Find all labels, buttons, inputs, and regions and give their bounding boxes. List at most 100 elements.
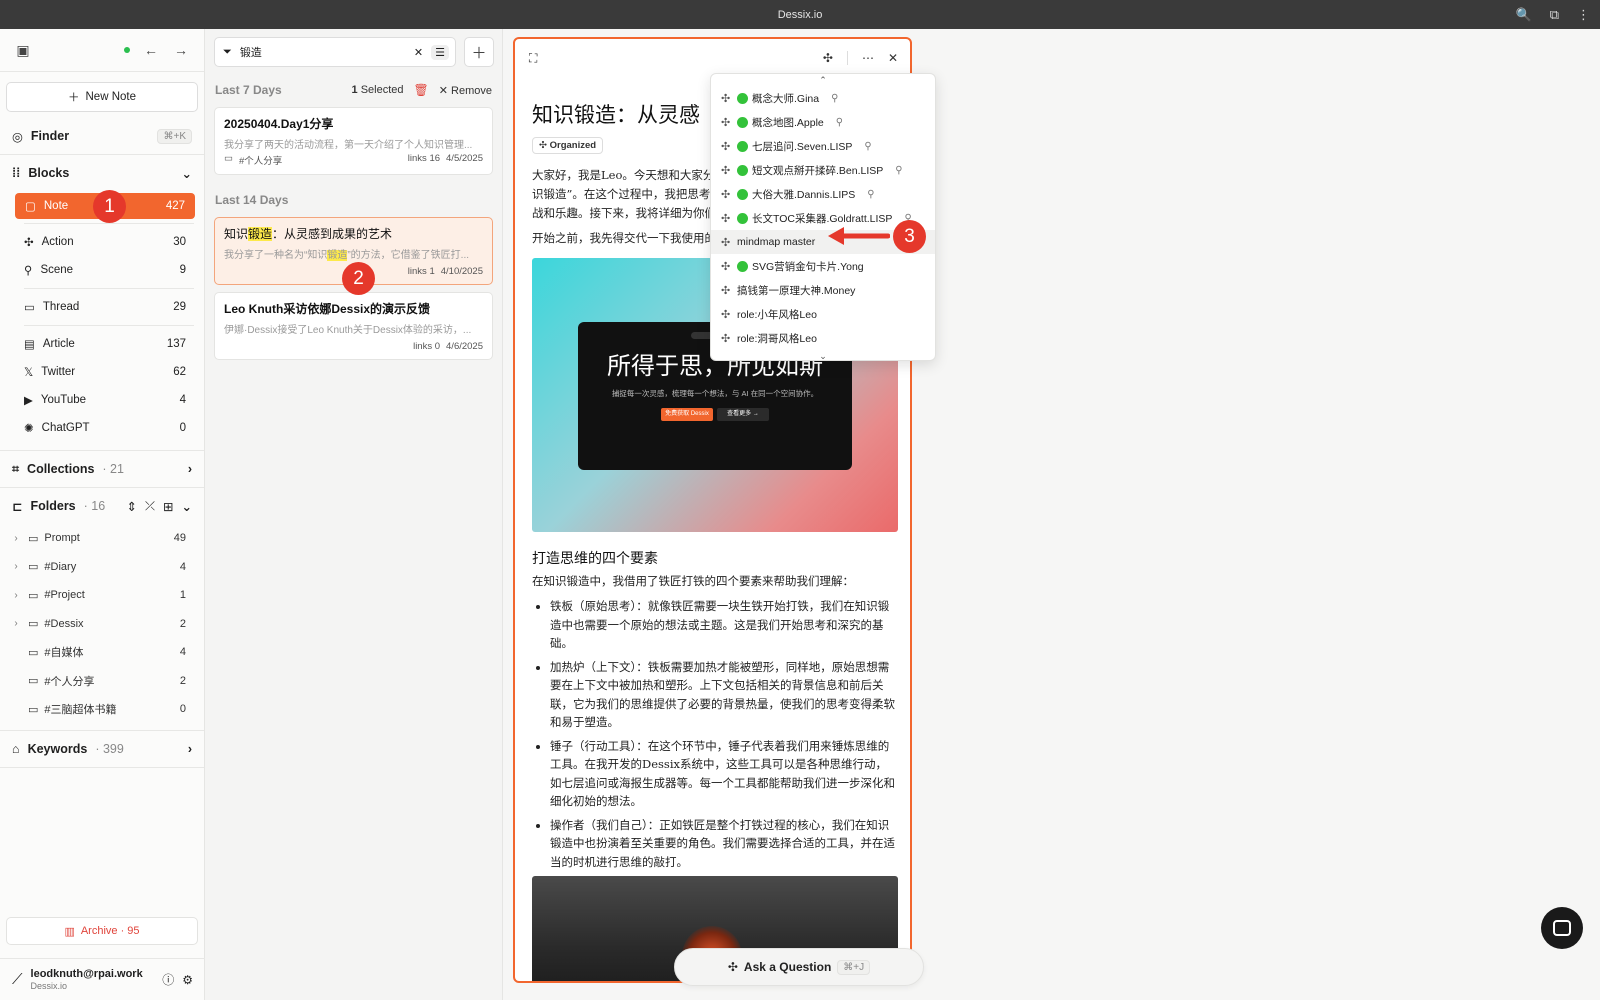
action-menu-item[interactable]: ✣ 搞钱第一原理大神.Money [711, 278, 935, 302]
action-menu-item[interactable]: ✣ 大俗大雅.Dannis.LIPS ⚲ [711, 182, 935, 206]
pin-icon[interactable]: ⚲ [836, 117, 843, 128]
folder-item-prompt[interactable]: › ▭ Prompt 49 [0, 524, 204, 553]
new-note-button[interactable]: ＋ New Note [6, 82, 198, 112]
folders-count: · 16 [83, 499, 106, 513]
ask-label: Ask a Question [743, 960, 832, 974]
folders-header[interactable]: ⊏ Folders · 16 ⇕ ⤫ ⊞ ⌄ [0, 488, 204, 524]
action-menu-item[interactable]: ✣ role:洞哥风格Leo [711, 326, 935, 350]
keywords-header[interactable]: ⌂ Keywords · 399 › [0, 731, 204, 767]
archive-button[interactable]: ▥ Archive · 95 [6, 917, 198, 945]
ai-sparkle-icon[interactable]: ✣ [823, 51, 833, 65]
folder-item-personal-share[interactable]: ▭ #个人分享 2 [0, 667, 204, 696]
chevron-down-icon[interactable]: ⌄ [182, 499, 192, 514]
pin-icon[interactable]: ⚲ [864, 141, 871, 152]
settings-gear-icon[interactable]: ⚙ [182, 973, 193, 987]
note-card[interactable]: Leo Knuth采访依娜Dessix的演示反馈 伊娜·Dessix接受了Leo… [214, 292, 493, 360]
folder-item-diary[interactable]: › ▭ #Diary 4 [0, 553, 204, 582]
chevron-up-icon[interactable]: ⌃ [711, 74, 935, 86]
add-note-button[interactable]: ＋ [464, 37, 494, 67]
green-circle-icon [737, 116, 748, 128]
zoom-icon[interactable]: 🔍 [1516, 7, 1532, 23]
sidebar-item-youtube[interactable]: ▶ YouTube 4 [0, 386, 204, 414]
pin-icon[interactable]: ⚲ [895, 165, 902, 176]
blocks-header[interactable]: ⁞⁞ Blocks ⌄ [0, 155, 204, 191]
list-item[interactable]: 锤子（行动工具）：在这个环节中，锤子代表着我们用来锤炼思维的工具。在我开发的De… [550, 737, 895, 811]
sidebar-item-label: Thread [42, 301, 80, 313]
ask-question-button[interactable]: ✣ Ask a Question ⌘+J [674, 948, 924, 986]
trash-icon[interactable]: 🗑 [414, 83, 429, 97]
extensions-icon[interactable]: ⧉ [1550, 7, 1559, 23]
window-title: Dessix.io [777, 8, 823, 21]
collections-header[interactable]: ⌗ Collections · 21 › [0, 451, 204, 487]
chevron-right-icon[interactable]: › [10, 561, 22, 572]
remove-button[interactable]: ✕ Remove [439, 84, 492, 97]
action-menu-item-label: role:小年风格Leo [737, 308, 817, 321]
chart-icon[interactable]: ⟋ [12, 971, 23, 988]
fullscreen-icon[interactable]: ⛶ [529, 51, 537, 66]
group-label: Last 7 Days [215, 83, 282, 97]
chevron-right-icon[interactable]: › [10, 533, 22, 544]
sidebar-item-scene[interactable]: ⚲ Scene 9 [0, 256, 204, 284]
action-menu-item[interactable]: ✣ 概念地图.Apple ⚲ [711, 110, 935, 134]
ask-shortcut: ⌘+J [837, 959, 871, 975]
chevron-right-icon[interactable]: › [10, 590, 22, 601]
folder-icon: ▭ [28, 589, 39, 602]
folder-item-project[interactable]: › ▭ #Project 1 [0, 581, 204, 610]
more-vertical-icon[interactable]: ⋮ [1577, 7, 1590, 23]
search-input[interactable]: ⏷ 锻造 ✕ ☰ [214, 37, 456, 67]
action-menu-item[interactable]: ✣ 短文观点掰开揉碎.Ben.LISP ⚲ [711, 158, 935, 182]
folder-item-books[interactable]: ▭ #三脑超体书籍 0 [0, 695, 204, 724]
folder-icon: ▭ [28, 532, 39, 545]
sidebar-item-label: Scene [40, 264, 74, 276]
filter-settings-icon[interactable]: ☰ [431, 44, 449, 60]
sidebar-item-article[interactable]: ▤ Article 137 [0, 330, 204, 358]
action-menu-item[interactable]: ✣ role:小年风格Leo [711, 302, 935, 326]
expand-icon[interactable]: ⇕ [127, 499, 137, 514]
collapse-icon[interactable]: ⤫ [145, 499, 155, 514]
close-icon[interactable]: ✕ [888, 51, 898, 65]
chevron-down-icon[interactable]: ⌄ [711, 350, 935, 360]
action-menu-item[interactable]: ✣ 概念大师.Gina ⚲ [711, 86, 935, 110]
user-email: leodknuth@rpai.work [30, 968, 143, 980]
search-value: 锻造 [239, 47, 262, 59]
pin-icon[interactable]: ⚲ [831, 93, 838, 104]
sidebar-item-chatgpt[interactable]: ✺ ChatGPT 0 [0, 414, 204, 442]
folder-item-media[interactable]: ▭ #自媒体 4 [0, 638, 204, 667]
sidebar-item-label: Note [43, 200, 69, 212]
green-circle-icon [737, 164, 748, 176]
note-card[interactable]: 20250404.Day1分享 我分享了两天的活动流程，第一天介绍了个人知识管理… [214, 107, 493, 175]
finder-row[interactable]: ◎ Finder ⌘+K [0, 118, 204, 154]
selected-count: 1 Selected [351, 84, 404, 96]
sparkle-icon: ✣ [721, 164, 731, 177]
list-item[interactable]: 加热炉（上下文）：铁板需要加热才能被塑形，同样地，原始思想需要在上下文中被加热和… [550, 658, 895, 732]
note-card-links: links 16 [407, 153, 441, 164]
forward-arrow-icon[interactable]: → [172, 41, 190, 59]
list-item[interactable]: 操作者（我们自己）：正如铁匠是整个打铁过程的核心，我们在知识锻造中也扮演着至关重… [550, 816, 895, 872]
note-card-links: links 1 [407, 266, 435, 277]
pin-icon[interactable]: ⚲ [867, 189, 874, 200]
folder-item-dessix[interactable]: › ▭ #Dessix 2 [0, 610, 204, 639]
chevron-right-icon[interactable]: › [10, 618, 22, 629]
hero-subtext: 捕捉每一次灵感，梳理每一个想法，与 AI 在同一个空间协作。 [611, 389, 819, 398]
sidebar-item-count: 427 [165, 200, 185, 212]
finder-icon: ◎ [12, 129, 23, 144]
sparkle-icon: ✣ [721, 140, 731, 153]
new-folder-icon[interactable]: ⊞ [163, 499, 173, 514]
sidebar-toggle-icon[interactable]: ▣ [14, 41, 32, 59]
list-item[interactable]: 铁板（原始思考）：就像铁匠需要一块生铁开始打铁，我们在知识锻造中也需要一个原始的… [550, 597, 895, 653]
group-label: Last 14 Days [215, 193, 289, 207]
info-icon[interactable]: ⓘ [162, 971, 174, 988]
action-menu-item[interactable]: ✣ 七层追问.Seven.LISP ⚲ [711, 134, 935, 158]
back-arrow-icon[interactable]: ← [142, 41, 160, 59]
group-last-7-days: Last 7 Days 1 Selected 🗑 ✕ Remove [205, 73, 502, 107]
green-circle-icon [737, 212, 748, 224]
section-heading[interactable]: 打造思维的四个要素 [532, 548, 895, 568]
sidebar-item-thread[interactable]: ▭ Thread 29 [0, 293, 204, 321]
action-menu-item[interactable]: ✣ SVG营销金句卡片.Yong [711, 254, 935, 278]
more-horizontal-icon[interactable]: ⋯ [862, 51, 874, 65]
sidebar-item-twitter[interactable]: 𝕏 Twitter 62 [0, 358, 204, 386]
clear-icon[interactable]: ✕ [414, 46, 423, 59]
note-paragraph[interactable]: 在知识锻造中，我借用了铁匠打铁的四个要素来帮助我们理解： [532, 572, 895, 591]
chat-support-button[interactable] [1541, 907, 1583, 949]
sidebar-item-action[interactable]: ✣ Action 30 [0, 228, 204, 256]
